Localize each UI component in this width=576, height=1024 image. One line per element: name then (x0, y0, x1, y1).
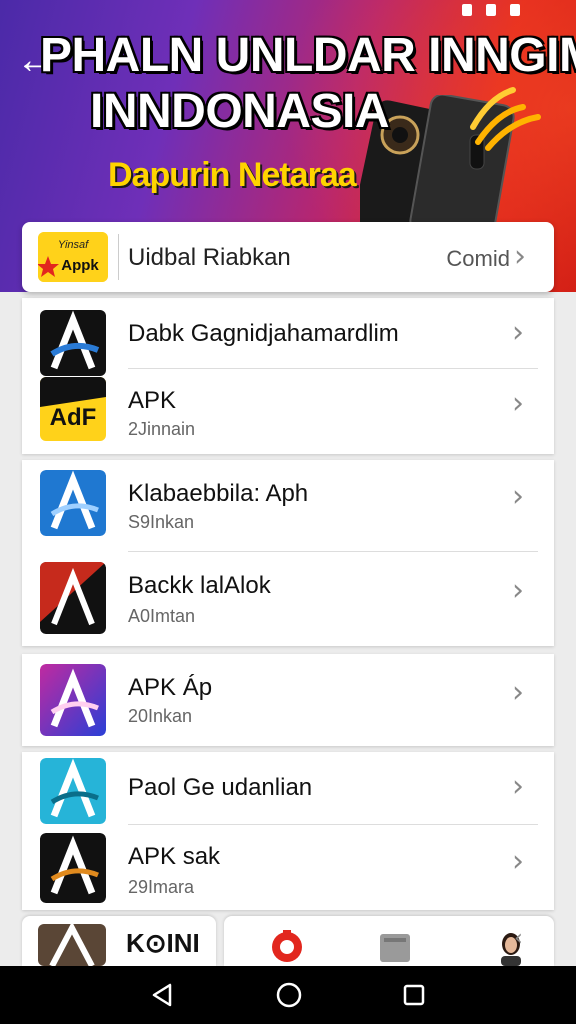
banner-subhead: Dapurin Netaraa (108, 156, 357, 194)
chevron-right-icon: › (512, 315, 524, 350)
app-subtitle: A0Imtan (128, 606, 196, 626)
list-item[interactable]: Klabaebbila: Aph S9Inkan › (22, 460, 554, 552)
app-list-card-4: Paol Ge udanlian › APK sak 29Imara › (22, 752, 554, 910)
recents-square-icon[interactable] (402, 983, 426, 1007)
chevron-right-icon: › (512, 573, 524, 608)
app-list-card-3: APK Áp 20Inkan › (22, 654, 554, 746)
a-logo-black-gold-icon (40, 833, 106, 903)
chevron-right-icon: › (512, 769, 524, 804)
chevron-right-icon: › (512, 386, 524, 421)
chevron-left-icon: ‹ (514, 926, 523, 951)
a-logo-black-icon (40, 310, 106, 376)
svg-text:Yinsaf: Yinsaf (58, 239, 89, 251)
home-circle-icon[interactable] (275, 981, 303, 1009)
robot-icon[interactable] (270, 930, 304, 964)
bottom-tile-left[interactable]: K⊙INI (22, 916, 216, 966)
chevron-right-icon: › (512, 675, 524, 710)
app-subtitle: 2Jinnain (128, 419, 196, 439)
a-logo-gradient-icon (40, 664, 106, 736)
bottom-tile-label: K⊙INI (126, 928, 200, 958)
banner-headline-line2: INNDONASIA (90, 85, 390, 138)
chevron-right-icon: › (512, 844, 524, 879)
system-navigation-bar (0, 966, 576, 1024)
list-item[interactable]: AdF APK 2Jinnain › (22, 369, 554, 454)
status-bar-icons (462, 4, 520, 16)
list-item[interactable]: Paol Ge udanlian › (22, 752, 554, 824)
list-item[interactable]: APK Áp 20Inkan › (22, 654, 554, 746)
back-triangle-icon[interactable] (150, 982, 176, 1008)
app-title: Backk lalAlok (128, 572, 271, 599)
app-subtitle: 29Imara (128, 877, 195, 897)
list-item[interactable]: APK sak 29Imara › (22, 825, 554, 910)
svg-text:AdF: AdF (50, 404, 97, 431)
app-subtitle: S9Inkan (128, 512, 195, 532)
featured-app-action[interactable]: Comid (446, 246, 510, 272)
featured-app-title: Uidbal Riabkan (128, 244, 291, 271)
app-title: Klabaebbila: Aph (128, 480, 309, 507)
app-list-card-1: Dabk Gagnidjahamardlim › AdF APK 2Jinnai… (22, 298, 554, 454)
a-logo-teal-icon (40, 758, 106, 824)
app-title: Paol Ge udanlian (128, 774, 313, 801)
banner-headline-line1: PHALN UNLDAR INNGIM (40, 29, 576, 82)
app-title: APK sak (128, 843, 221, 870)
adf-yellow-icon: AdF (40, 377, 106, 441)
bottom-tile-right: ‹ (224, 916, 554, 966)
featured-app-row[interactable]: Yinsaf Appk Uidbal Riabkan Comid › (22, 222, 554, 292)
app-list-card-2: Klabaebbila: Aph S9Inkan › Backk lalAlok… (22, 460, 554, 646)
sim-icon (486, 4, 496, 16)
divider (118, 234, 119, 280)
app-title: APK Áp (128, 674, 213, 701)
a-logo-red-icon (40, 562, 106, 634)
folder-icon[interactable] (378, 930, 412, 964)
chevron-right-icon: › (512, 479, 524, 514)
app-title: Dabk Gagnidjahamardlim (128, 320, 399, 347)
list-item[interactable]: Backk lalAlok A0Imtan › (22, 552, 554, 646)
list-item[interactable]: Dabk Gagnidjahamardlim › (22, 298, 554, 376)
battery-icon (510, 4, 520, 16)
a-logo-blue-icon (40, 470, 106, 536)
chevron-right-icon: › (514, 239, 526, 274)
svg-text:Appk: Appk (61, 257, 99, 274)
app-subtitle: 20Inkan (128, 706, 193, 726)
a-logo-brown-icon (38, 924, 106, 966)
app-title: APK (128, 387, 177, 414)
notification-icon (462, 4, 472, 16)
appk-logo-icon: Yinsaf Appk (38, 232, 108, 282)
banner-headline: PHALN UNLDAR INNGIM INNDONASIA (40, 28, 576, 140)
